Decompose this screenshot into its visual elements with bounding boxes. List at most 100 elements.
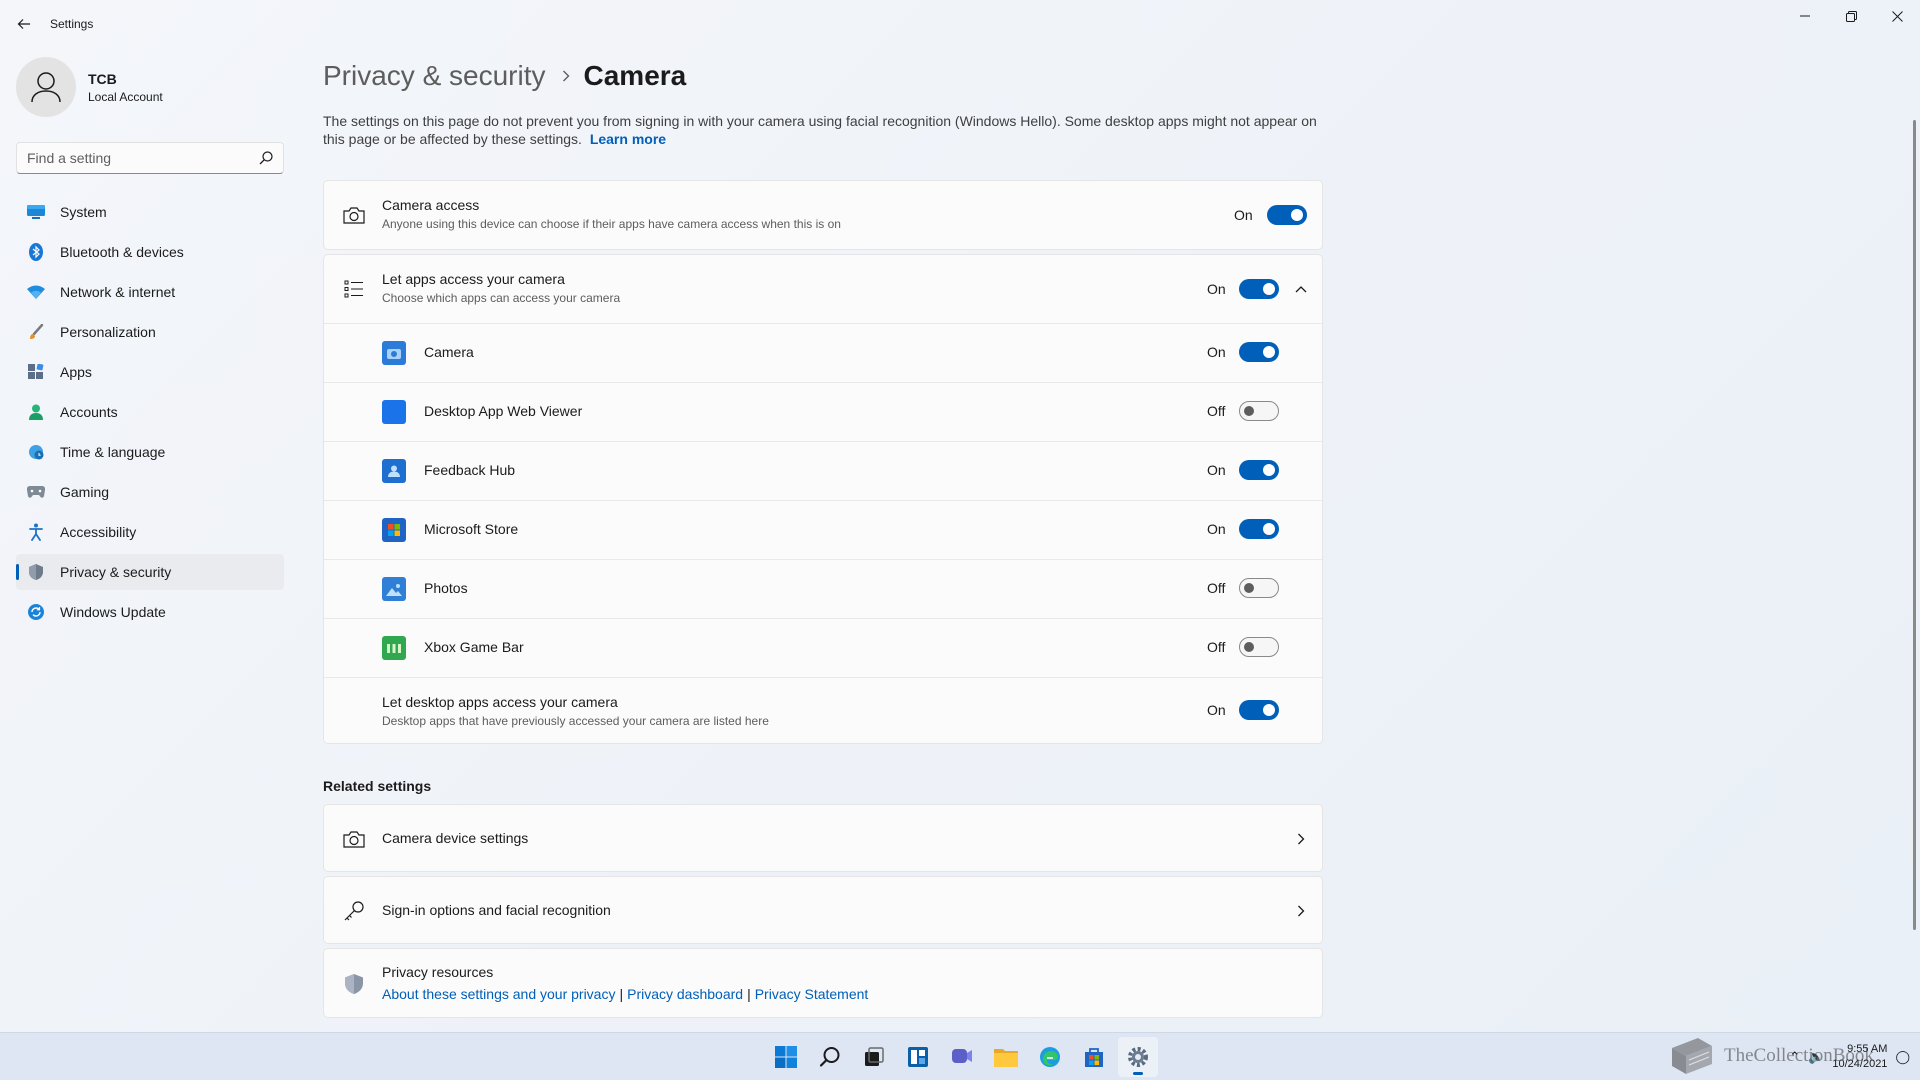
- sidebar-item-label: System: [60, 204, 107, 220]
- store-button[interactable]: [1074, 1037, 1114, 1077]
- row-title: Let desktop apps access your camera: [382, 694, 618, 710]
- sidebar-item-label: Apps: [60, 364, 92, 380]
- toggle-state-label: On: [1207, 702, 1226, 718]
- vertical-scrollbar[interactable]: [1913, 120, 1916, 930]
- web-viewer-app-icon: [382, 400, 406, 424]
- sidebar-item-label: Windows Update: [60, 604, 166, 620]
- back-button[interactable]: [12, 12, 36, 36]
- learn-more-link[interactable]: Learn more: [590, 131, 666, 147]
- settings-button[interactable]: [1118, 1037, 1158, 1077]
- app-name: Camera: [424, 344, 474, 360]
- accessibility-icon: [26, 522, 46, 542]
- related-item-label: Sign-in options and facial recognition: [382, 902, 611, 918]
- related-settings-heading: Related settings: [323, 778, 432, 794]
- row-subtitle: Choose which apps can access your camera: [382, 291, 621, 305]
- camera-access-toggle[interactable]: [1267, 205, 1307, 225]
- sidebar-item-privacy-security[interactable]: Privacy & security: [16, 554, 284, 590]
- person-icon: [26, 402, 46, 422]
- desktop-apps-row: Let desktop apps access your camera Desk…: [324, 677, 1322, 742]
- toggle-state-label: On: [1207, 281, 1226, 297]
- taskbar-search-button[interactable]: [810, 1037, 850, 1077]
- let-apps-access-toggle[interactable]: [1239, 279, 1279, 299]
- chevron-right-icon: [562, 70, 570, 82]
- task-view-button[interactable]: [854, 1037, 894, 1077]
- sidebar-item-label: Privacy & security: [60, 564, 172, 580]
- store-app-icon: [382, 518, 406, 542]
- sidebar-item-windows-update[interactable]: Windows Update: [16, 594, 284, 630]
- sidebar-nav: System Bluetooth & devices Network & int…: [16, 194, 284, 634]
- app-row: Camera On: [324, 323, 1322, 382]
- photos-app-icon: [382, 577, 406, 601]
- xbox-game-bar-app-toggle[interactable]: [1239, 637, 1279, 657]
- web-viewer-app-toggle[interactable]: [1239, 401, 1279, 421]
- chevron-up-icon[interactable]: [1293, 281, 1309, 297]
- app-row: Xbox Game Bar Off: [324, 618, 1322, 677]
- title-bar: Settings: [0, 0, 1920, 48]
- start-button[interactable]: [766, 1037, 806, 1077]
- file-explorer-button[interactable]: [986, 1037, 1026, 1077]
- camera-access-card: Camera access Anyone using this device c…: [323, 180, 1323, 250]
- about-privacy-link[interactable]: About these settings and your privacy: [382, 986, 615, 1002]
- sidebar-item-personalization[interactable]: Personalization: [16, 314, 284, 350]
- privacy-links: About these settings and your privacy | Pr…: [382, 986, 868, 1002]
- sidebar-item-apps[interactable]: Apps: [16, 354, 284, 390]
- edge-button[interactable]: [1030, 1037, 1070, 1077]
- privacy-statement-link[interactable]: Privacy Statement: [755, 986, 869, 1002]
- back-arrow-icon: [17, 19, 30, 29]
- sidebar-item-time-language[interactable]: Time & language: [16, 434, 284, 470]
- page-description: The settings on this page do not prevent…: [323, 112, 1323, 148]
- notification-icon[interactable]: ◯: [1895, 1049, 1910, 1065]
- sidebar-item-gaming[interactable]: Gaming: [16, 474, 284, 510]
- chevron-right-icon: [1293, 831, 1309, 847]
- row-title: Let apps access your camera: [382, 271, 565, 287]
- search-input[interactable]: [27, 150, 247, 166]
- sign-in-options-card[interactable]: Sign-in options and facial recognition: [323, 876, 1323, 944]
- camera-icon: [342, 827, 366, 851]
- avatar: [16, 57, 76, 117]
- desktop-apps-toggle[interactable]: [1239, 700, 1279, 720]
- app-row: Photos Off: [324, 559, 1322, 618]
- search-box[interactable]: [16, 142, 284, 174]
- breadcrumb-parent[interactable]: Privacy & security: [323, 60, 546, 92]
- user-profile[interactable]: TCB Local Account: [16, 57, 286, 119]
- monitor-icon: [26, 202, 46, 222]
- sidebar-item-network[interactable]: Network & internet: [16, 274, 284, 310]
- photos-app-toggle[interactable]: [1239, 578, 1279, 598]
- widgets-button[interactable]: [898, 1037, 938, 1077]
- minimize-button[interactable]: [1782, 0, 1828, 32]
- sidebar-item-accounts[interactable]: Accounts: [16, 394, 284, 430]
- toggle-state-label: On: [1207, 462, 1226, 478]
- store-app-toggle[interactable]: [1239, 519, 1279, 539]
- page-title: Camera: [583, 60, 687, 91]
- update-icon: [26, 602, 46, 622]
- chat-button[interactable]: [942, 1037, 982, 1077]
- widgets-icon: [908, 1047, 928, 1067]
- sidebar-item-accessibility[interactable]: Accessibility: [16, 514, 284, 550]
- sidebar-item-system[interactable]: System: [16, 194, 284, 230]
- watermark: TheCollectionBook: [1668, 1032, 1874, 1080]
- let-apps-access-card: Let apps access your camera Choose which…: [323, 254, 1323, 744]
- privacy-dashboard-link[interactable]: Privacy dashboard: [627, 986, 743, 1002]
- toggle-state-label: Off: [1207, 580, 1226, 596]
- let-apps-access-row[interactable]: Let apps access your camera Choose which…: [324, 255, 1322, 323]
- settings-icon: [1128, 1047, 1148, 1067]
- camera-app-toggle[interactable]: [1239, 342, 1279, 362]
- app-title: Settings: [50, 17, 94, 31]
- restore-button[interactable]: [1828, 0, 1874, 32]
- sidebar-item-bluetooth[interactable]: Bluetooth & devices: [16, 234, 284, 270]
- edge-icon: [1040, 1047, 1060, 1067]
- sidebar-item-label: Time & language: [60, 444, 166, 460]
- shield-icon: [342, 972, 366, 996]
- search-icon: [259, 151, 273, 165]
- sidebar-item-label: Bluetooth & devices: [60, 244, 184, 260]
- camera-device-settings-card[interactable]: Camera device settings: [323, 804, 1323, 872]
- let-apps-access-text: Let apps access your camera Choose which…: [382, 271, 620, 305]
- breadcrumb: Privacy & security Camera: [323, 56, 686, 96]
- feedback-hub-app-toggle[interactable]: [1239, 460, 1279, 480]
- camera-access-text: Camera access Anyone using this device c…: [382, 197, 841, 231]
- app-row: Microsoft Store On: [324, 500, 1322, 559]
- privacy-resources-text: Privacy resources About these settings a…: [382, 964, 868, 1002]
- taskbar: ⌃ 🔈 9:55 AM 10/24/2021 ◯: [0, 1032, 1920, 1080]
- app-row: Feedback Hub On: [324, 441, 1322, 500]
- close-button[interactable]: [1874, 0, 1920, 32]
